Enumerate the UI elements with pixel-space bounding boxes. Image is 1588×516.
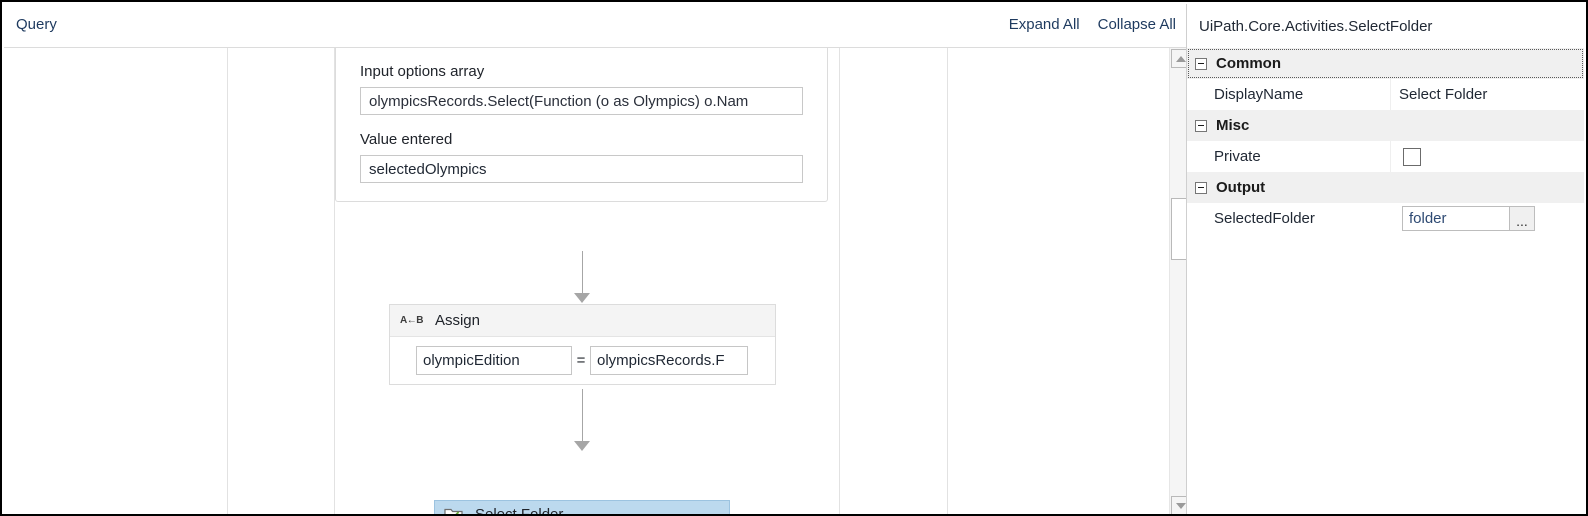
uipath-studio-window: Query Expand All Collapse All Multiple C…: [0, 0, 1588, 516]
properties-panel-title: UiPath.Core.Activities.SelectFolder: [1187, 4, 1584, 48]
assign-operator: =: [576, 352, 586, 369]
input-options-array-label: Input options array: [360, 63, 485, 80]
property-row-selectedfolder: SelectedFolder folder ...: [1187, 203, 1584, 234]
assign-icon: A←B: [400, 315, 423, 326]
selectedfolder-editor: folder ...: [1402, 206, 1535, 231]
property-value-displayname[interactable]: Select Folder: [1390, 79, 1584, 110]
property-label-private: Private: [1187, 141, 1390, 172]
breadcrumb-query[interactable]: Query: [16, 16, 57, 33]
property-value-private: [1390, 141, 1584, 172]
assign-activity[interactable]: A←B Assign olympicEdition = olympicsReco…: [389, 304, 776, 385]
property-group-common[interactable]: Common: [1187, 48, 1584, 79]
collapse-all-button[interactable]: Collapse All: [1098, 16, 1176, 33]
property-group-output[interactable]: Output: [1187, 172, 1584, 203]
assign-activity-title: Assign: [434, 312, 480, 329]
connector-arrow-assign: [574, 293, 590, 303]
property-row-displayname: DisplayName Select Folder: [1187, 79, 1584, 110]
collapse-box-icon[interactable]: [1195, 57, 1207, 70]
connector-arrow-selectfolder: [574, 441, 590, 451]
connector-assign-to-selectfolder: [582, 389, 583, 444]
folder-check-icon: [444, 507, 463, 514]
select-folder-activity-label: Select Folder: [475, 506, 564, 516]
assign-activity-body: olympicEdition = olympicsRecords.F: [390, 337, 775, 384]
collapse-box-icon[interactable]: [1195, 119, 1207, 132]
private-checkbox[interactable]: [1403, 147, 1421, 166]
input-dialog-form-card: Multiple Choice Input options array olym…: [335, 48, 828, 202]
property-label-displayname: DisplayName: [1187, 79, 1390, 110]
property-group-misc[interactable]: Misc: [1187, 110, 1584, 141]
designer-toolbar: Query Expand All Collapse All: [4, 4, 1190, 48]
value-entered-label: Value entered: [360, 131, 453, 148]
property-value-selectedfolder: folder ...: [1390, 203, 1584, 234]
canvas-divider-4: [947, 48, 948, 514]
select-folder-activity[interactable]: Select Folder: [434, 500, 730, 516]
selectedfolder-input[interactable]: folder: [1402, 206, 1510, 231]
selectedfolder-ellipsis-button[interactable]: ...: [1510, 206, 1535, 231]
expand-all-button[interactable]: Expand All: [1009, 16, 1080, 33]
workflow-canvas[interactable]: Multiple Choice Input options array olym…: [4, 48, 1190, 516]
collapse-box-icon[interactable]: [1195, 181, 1207, 194]
workflow-designer-pane: Query Expand All Collapse All Multiple C…: [4, 4, 1190, 516]
property-label-selectedfolder: SelectedFolder: [1187, 203, 1390, 234]
caret-down-icon: [1175, 502, 1186, 509]
toolbar-actions: Expand All Collapse All: [1009, 16, 1176, 33]
property-row-private: Private: [1187, 141, 1584, 172]
canvas-divider-1: [227, 48, 228, 514]
value-entered-field[interactable]: selectedOlympics: [360, 155, 803, 183]
caret-up-icon: [1175, 55, 1186, 62]
connector-form-to-assign: [582, 251, 583, 296]
property-group-common-label: Common: [1216, 55, 1281, 72]
assign-right-operand-field[interactable]: olympicsRecords.F: [590, 346, 748, 375]
assign-activity-header: A←B Assign: [390, 305, 775, 337]
property-group-misc-label: Misc: [1216, 117, 1250, 134]
assign-left-operand-field[interactable]: olympicEdition: [416, 346, 572, 375]
properties-panel: UiPath.Core.Activities.SelectFolder Comm…: [1186, 4, 1584, 514]
canvas-divider-3: [839, 48, 840, 514]
property-group-output-label: Output: [1216, 179, 1266, 196]
input-options-array-field[interactable]: olympicsRecords.Select(Function (o as Ol…: [360, 87, 803, 115]
